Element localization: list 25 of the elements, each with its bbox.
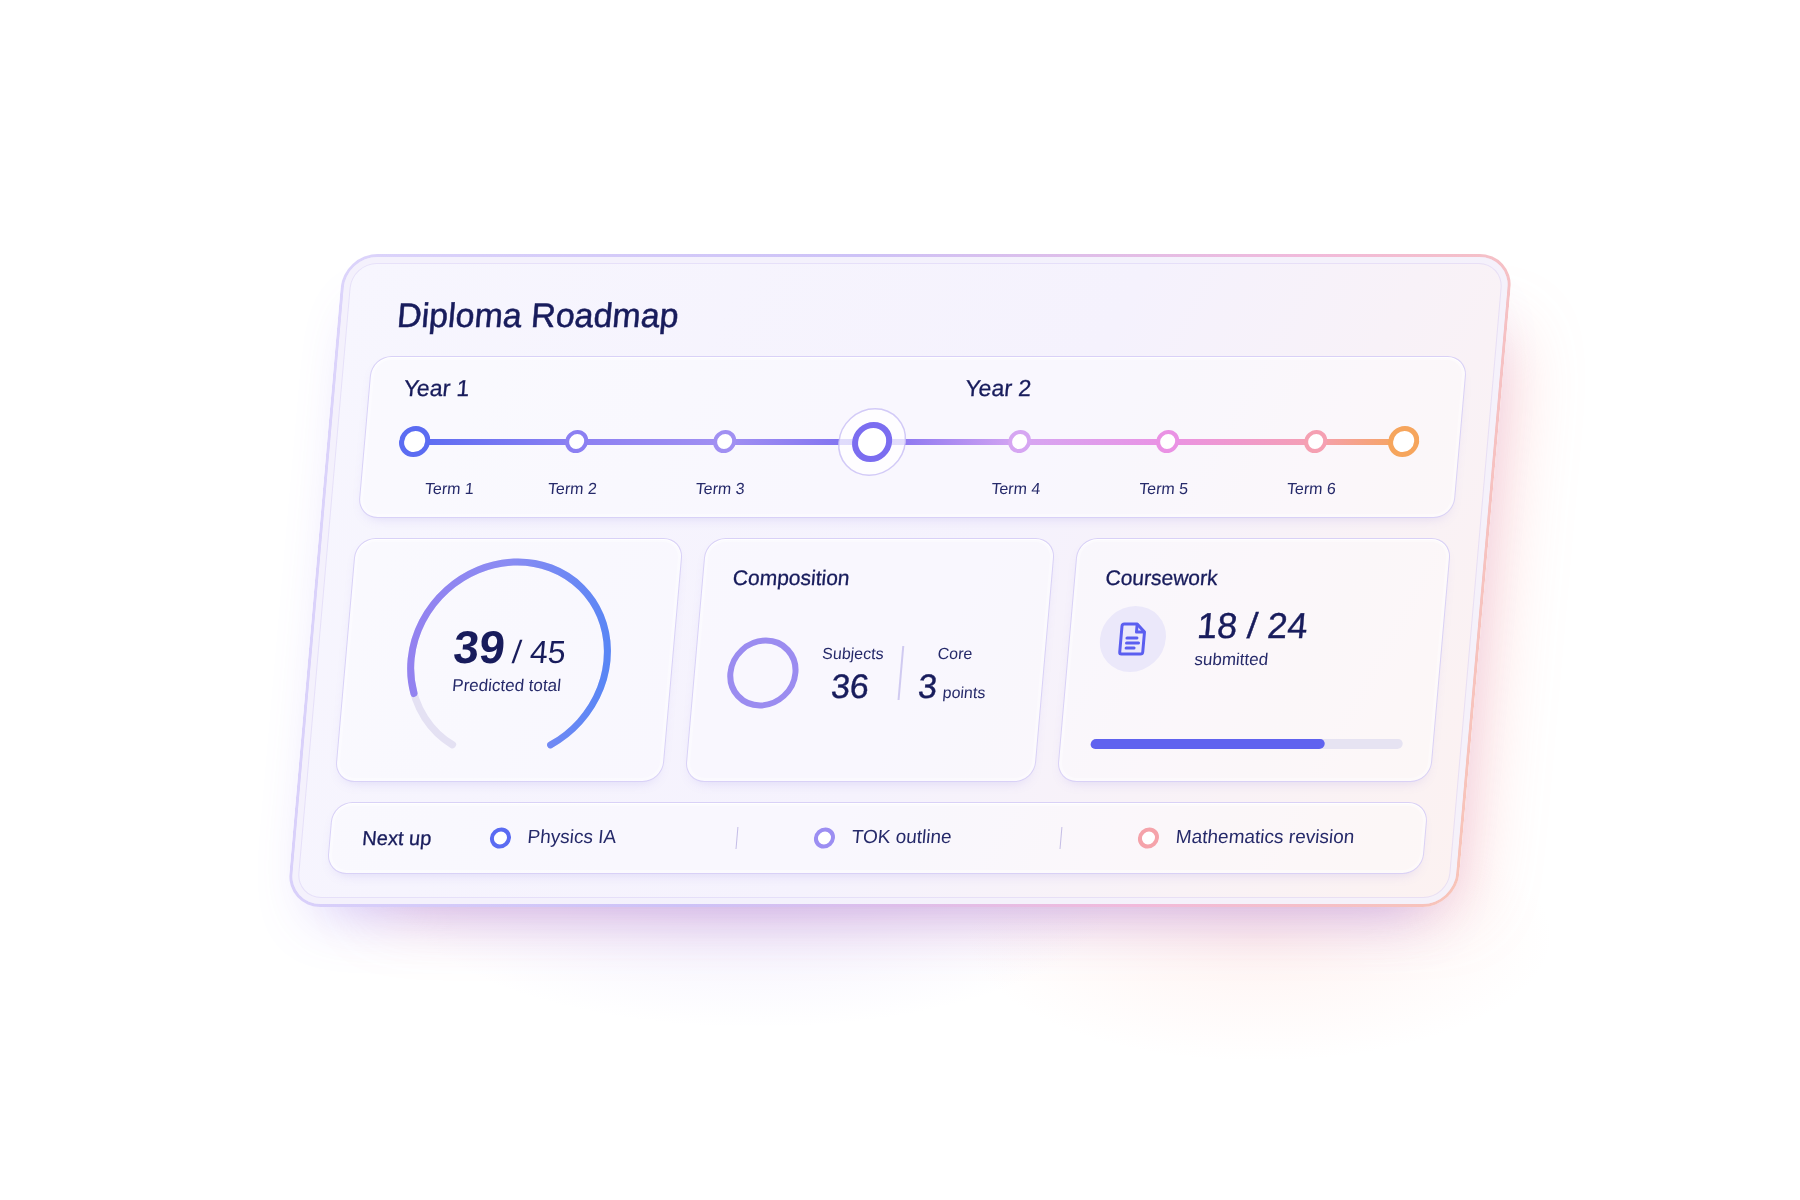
stat-label: Core — [936, 643, 974, 663]
submission-count: 18 / 24 — [1195, 607, 1310, 644]
task-label: TOK outline — [850, 826, 953, 849]
term-label: Term 6 — [1286, 478, 1337, 498]
count-caption: submitted — [1193, 649, 1269, 670]
score-caption: Predicted total — [451, 675, 562, 696]
score-total: / 45 — [511, 635, 568, 668]
panel-title: Composition — [731, 564, 851, 590]
task-label: Mathematics revision — [1174, 826, 1356, 849]
term-label: Term 4 — [990, 478, 1042, 498]
year-label: Year 1 — [402, 374, 471, 403]
stat-value: 36 — [829, 668, 871, 703]
task-label: Physics IA — [526, 826, 618, 849]
term-label: Term 2 — [547, 478, 598, 498]
panel-title: Coursework — [1104, 564, 1219, 590]
term-label: Term 1 — [424, 478, 475, 498]
stat-unit: points — [941, 682, 987, 702]
term-label: Term 3 — [694, 478, 746, 498]
year-label: Year 2 — [964, 374, 1033, 403]
score-value: 39 — [451, 623, 507, 670]
term-label: Term 5 — [1138, 478, 1189, 498]
card-title: Diploma Roadmap — [395, 294, 681, 336]
stat-value: 3 — [916, 668, 939, 703]
stat-label: Subjects — [821, 643, 885, 663]
section-label: Next up — [361, 825, 433, 850]
